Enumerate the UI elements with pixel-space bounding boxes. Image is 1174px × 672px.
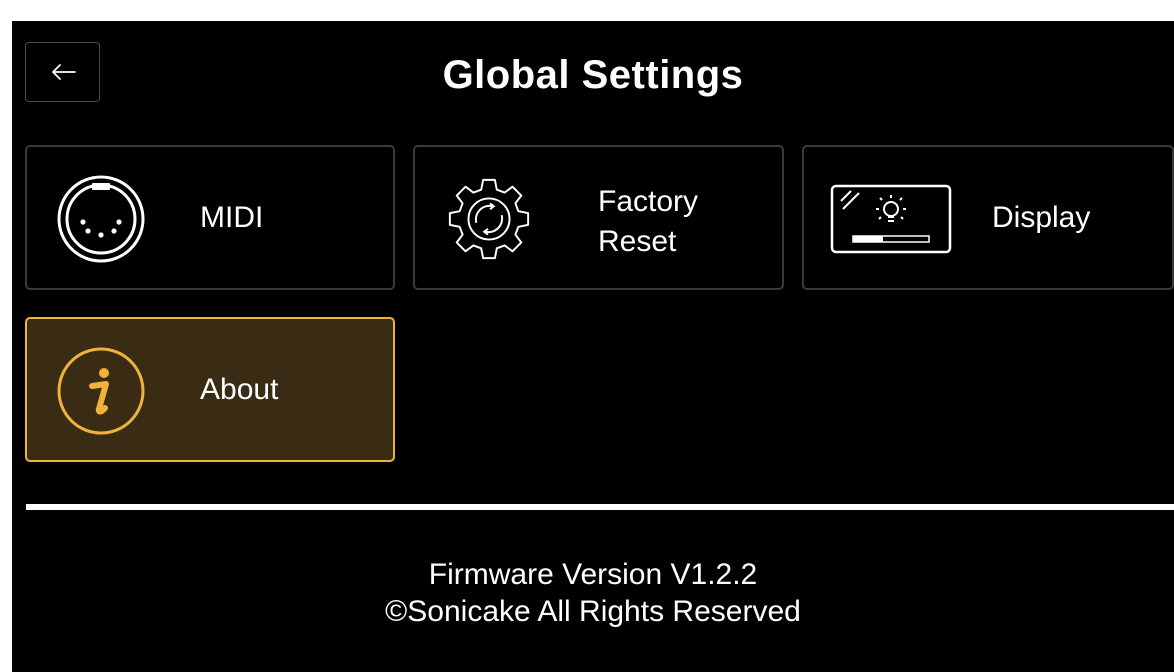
page-title: Global Settings: [442, 53, 744, 97]
settings-screen: Global Settings MIDI Factory Reset Displ…: [12, 21, 1174, 672]
midi-connector-icon: [56, 175, 146, 263]
tile-display[interactable]: Display: [802, 145, 1174, 290]
footer: Firmware Version V1.2.2 ©Sonicake All Ri…: [12, 556, 1174, 630]
tile-about[interactable]: About: [25, 317, 395, 462]
factory-reset-gear-icon: [444, 178, 534, 260]
tile-factory-reset-label: Factory Reset: [598, 185, 699, 258]
divider: [26, 504, 1174, 510]
tile-factory-reset[interactable]: Factory Reset: [413, 145, 784, 290]
display-brightness-icon: [829, 181, 955, 257]
tile-display-label: Display: [992, 201, 1091, 234]
copyright-text: ©Sonicake All Rights Reserved: [385, 595, 801, 628]
tile-about-label: About: [200, 373, 279, 406]
firmware-version: Firmware Version V1.2.2: [428, 558, 758, 591]
tile-midi[interactable]: MIDI: [25, 145, 395, 290]
tile-midi-label: MIDI: [200, 201, 264, 234]
info-icon: [56, 347, 146, 435]
